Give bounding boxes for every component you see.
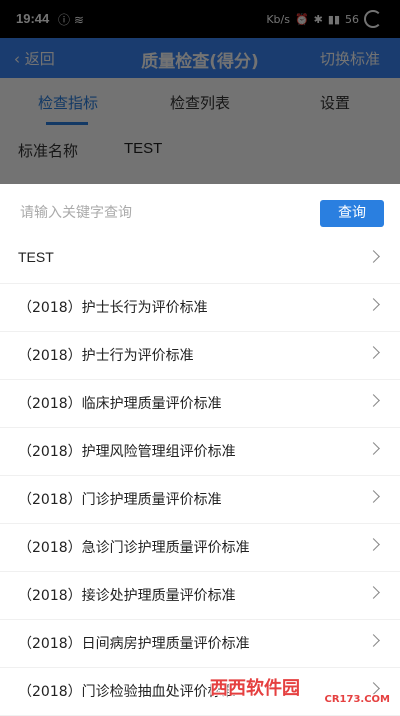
tab-settings[interactable]: 设置 [320,92,350,113]
list-item[interactable]: （2018）门诊护理质量评价标准 [0,476,400,524]
standard-list: TEST （2018）护士长行为评价标准 （2018）护士行为评价标准 （201… [0,236,400,716]
chevron-right-icon [367,298,380,311]
status-icons: Kb/s ⏰ ✱ ▮▮ 56 [266,10,382,28]
tab-check-indicators[interactable]: 检查指标 [38,92,98,113]
search-button[interactable]: 查询 [320,200,384,227]
chevron-right-icon [367,442,380,455]
loading-ring-icon [364,10,382,28]
chevron-right-icon [367,346,380,359]
list-item[interactable]: （2018）日间病房护理质量评价标准 [0,620,400,668]
battery-level: 56 [345,12,359,26]
standard-name-row: 标准名称 TEST [0,128,400,184]
status-bar: 19:44 ⓘ ≋ Kb/s ⏰ ✱ ▮▮ 56 [0,0,400,38]
alarm-icon: ⏰ [294,12,309,26]
chevron-right-icon [367,634,380,647]
list-item[interactable]: TEST [0,236,400,284]
list-item[interactable]: （2018）临床护理质量评价标准 [0,380,400,428]
list-item[interactable]: （2018）急诊门诊护理质量评价标准 [0,524,400,572]
standard-name-value: TEST [124,140,163,157]
list-item[interactable]: （2018）护士行为评价标准 [0,332,400,380]
signal-icon: ▮▮ [327,12,340,26]
search-input[interactable] [18,200,312,226]
chevron-right-icon [367,490,380,503]
watermark-logo: 西西软件园 CR173.COM [210,678,390,705]
chevron-right-icon [367,538,380,551]
list-item[interactable]: （2018）接诊处护理质量评价标准 [0,572,400,620]
list-item[interactable]: （2018）护理风险管理组评价标准 [0,428,400,476]
network-speed-icon: Kb/s [266,12,290,26]
standard-name-label: 标准名称 [18,142,79,160]
tab-bar: 检查指标 检查列表 设置 [0,78,400,128]
list-item[interactable]: （2018）护士长行为评价标准 [0,284,400,332]
chevron-right-icon [367,586,380,599]
chevron-right-icon [367,250,380,263]
notification-icons: ⓘ ≋ [58,13,84,27]
app-header: ‹ 返回 质量检查(得分) 切换标准 [0,38,400,78]
active-tab-indicator [46,122,88,125]
chevron-right-icon [367,394,380,407]
tab-check-list[interactable]: 检查列表 [170,92,230,113]
status-time: 19:44 [16,11,50,26]
bluetooth-icon: ✱ [313,12,323,26]
switch-standard-button[interactable]: 切换标准 [320,48,380,69]
